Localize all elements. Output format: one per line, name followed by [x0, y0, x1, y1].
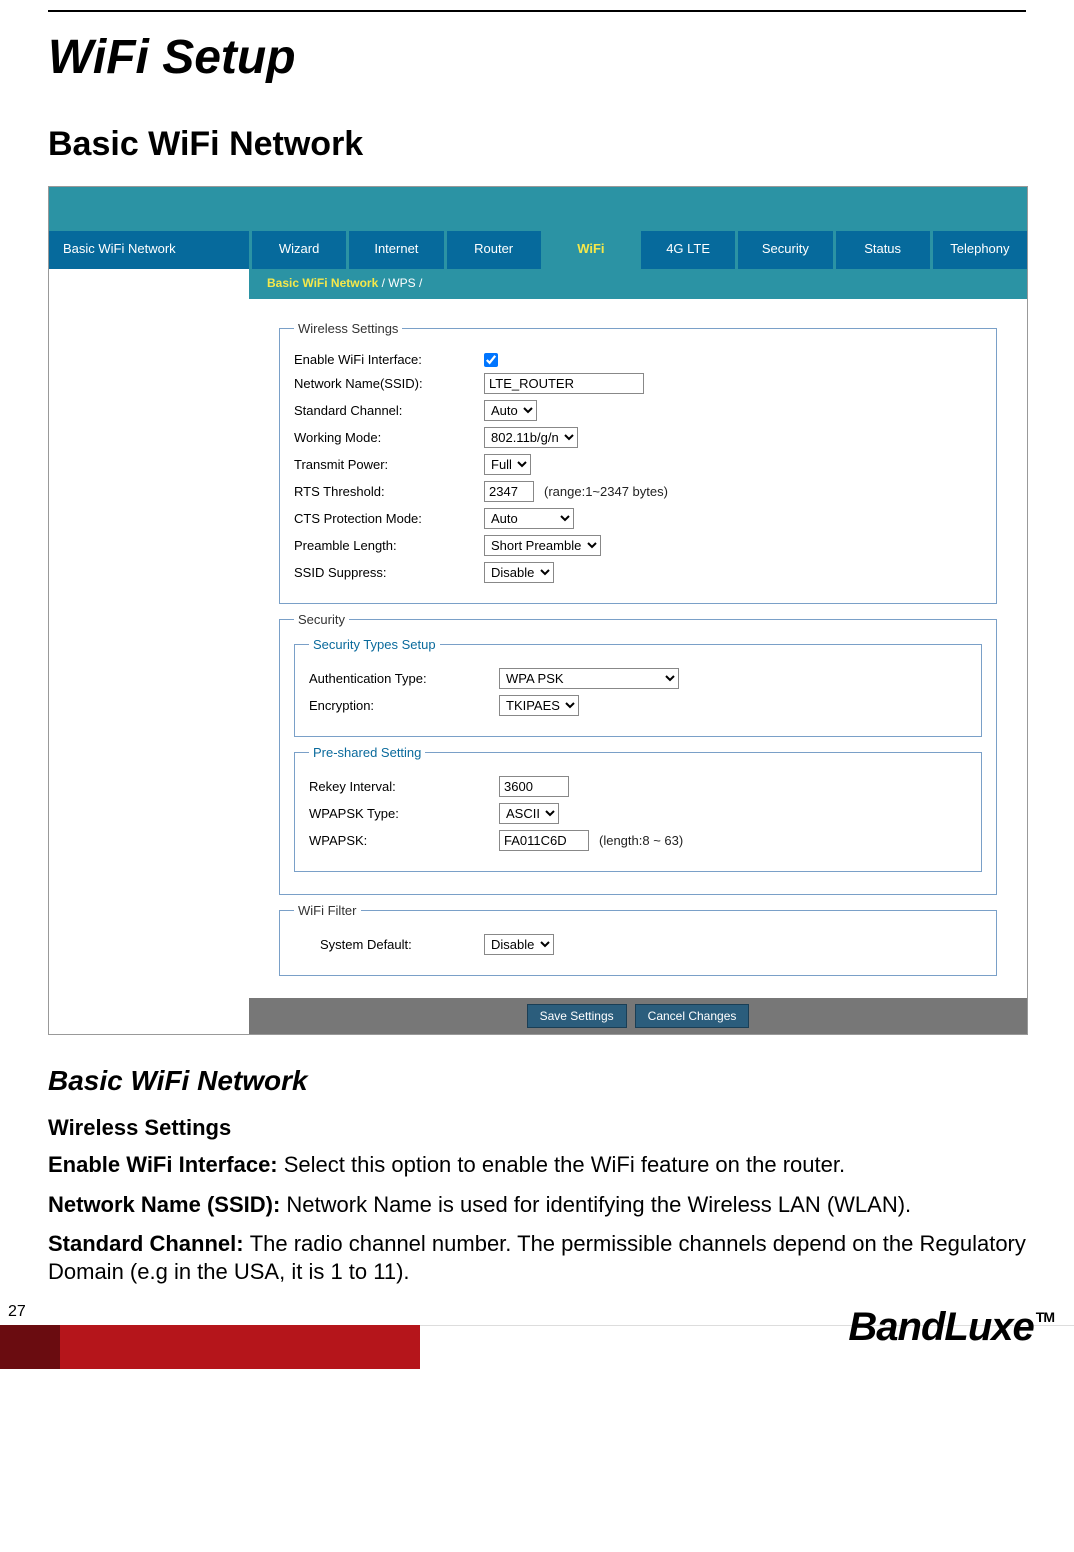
tab-4glte[interactable]: 4G LTE: [638, 231, 735, 269]
psk-input[interactable]: [499, 830, 589, 851]
brand-logo: BandLuxeTM: [848, 1305, 1052, 1350]
encryption-select[interactable]: TKIPAES: [499, 695, 579, 716]
tab-telephony[interactable]: Telephony: [930, 231, 1027, 269]
legend-psk: Pre-shared Setting: [309, 745, 425, 760]
tab-wifi[interactable]: WiFi: [541, 231, 638, 269]
page-number: 27: [8, 1303, 26, 1321]
tab-internet[interactable]: Internet: [346, 231, 443, 269]
label-power: Transmit Power:: [294, 457, 484, 472]
legend-filter: WiFi Filter: [294, 903, 361, 918]
suppress-select[interactable]: Disable: [484, 562, 554, 583]
label-psk: WPAPSK:: [309, 833, 499, 848]
router-ui-screenshot: Basic WiFi Network Wizard Internet Route…: [48, 186, 1028, 1035]
label-ssid: Network Name(SSID):: [294, 376, 484, 391]
label-auth: Authentication Type:: [309, 671, 499, 686]
sidebar-title: Basic WiFi Network: [49, 231, 249, 269]
rekey-input[interactable]: [499, 776, 569, 797]
wireless-settings-heading: Wireless Settings: [48, 1115, 1026, 1141]
section-title: Basic WiFi Network: [48, 125, 1026, 164]
fieldset-psk: Pre-shared Setting Rekey Interval: WPAPS…: [294, 745, 982, 872]
action-bar: Save Settings Cancel Changes: [249, 998, 1027, 1034]
label-preamble: Preamble Length:: [294, 538, 484, 553]
power-select[interactable]: Full: [484, 454, 531, 475]
filter-select[interactable]: Disable: [484, 934, 554, 955]
label-channel: Standard Channel:: [294, 403, 484, 418]
fieldset-filter: WiFi Filter System Default: Disable: [279, 903, 997, 976]
tab-security[interactable]: Security: [735, 231, 832, 269]
tab-wizard[interactable]: Wizard: [249, 231, 346, 269]
channel-select[interactable]: Auto: [484, 400, 537, 421]
enable-wifi-checkbox[interactable]: [484, 353, 498, 367]
psk-hint: (length:8 ~ 63): [599, 833, 683, 848]
save-button[interactable]: Save Settings: [527, 1004, 627, 1028]
fieldset-wireless: Wireless Settings Enable WiFi Interface:…: [279, 321, 997, 604]
label-cts: CTS Protection Mode:: [294, 511, 484, 526]
legend-security-types: Security Types Setup: [309, 637, 440, 652]
legend-wireless: Wireless Settings: [294, 321, 402, 336]
label-enc: Encryption:: [309, 698, 499, 713]
label-enable-wifi: Enable WiFi Interface:: [294, 352, 484, 367]
tab-router[interactable]: Router: [444, 231, 541, 269]
preamble-select[interactable]: Short Preamble: [484, 535, 601, 556]
fieldset-security: Security Security Types Setup Authentica…: [279, 612, 997, 895]
footer: 27 BandLuxeTM: [0, 1303, 1074, 1381]
auth-select[interactable]: WPA PSK: [499, 668, 679, 689]
main-tabs: Wizard Internet Router WiFi 4G LTE Secur…: [249, 231, 1027, 269]
fieldset-security-types: Security Types Setup Authentication Type…: [294, 637, 982, 737]
rts-input[interactable]: [484, 481, 534, 502]
label-mode: Working Mode:: [294, 430, 484, 445]
sub-tabs: Basic WiFi Network / WPS /: [249, 269, 1027, 299]
ssid-input[interactable]: [484, 373, 644, 394]
para-channel: Standard Channel: The radio channel numb…: [48, 1230, 1026, 1285]
label-rekey: Rekey Interval:: [309, 779, 499, 794]
label-psk-type: WPAPSK Type:: [309, 806, 499, 821]
cts-select[interactable]: Auto: [484, 508, 574, 529]
tab-status[interactable]: Status: [833, 231, 930, 269]
label-suppress: SSID Suppress:: [294, 565, 484, 580]
page-title: WiFi Setup: [48, 30, 1026, 85]
psktype-select[interactable]: ASCII: [499, 803, 559, 824]
para-ssid: Network Name (SSID): Network Name is use…: [48, 1191, 1026, 1219]
legend-security: Security: [294, 612, 349, 627]
subtab-wps[interactable]: WPS: [388, 276, 415, 290]
label-rts: RTS Threshold:: [294, 484, 484, 499]
cancel-button[interactable]: Cancel Changes: [635, 1004, 750, 1028]
subsection-title: Basic WiFi Network: [48, 1065, 1026, 1097]
rts-hint: (range:1~2347 bytes): [544, 484, 668, 499]
subtab-basic[interactable]: Basic WiFi Network: [267, 276, 378, 290]
label-system-default: System Default:: [294, 937, 484, 952]
mode-select[interactable]: 802.11b/g/n: [484, 427, 578, 448]
para-enable: Enable WiFi Interface: Select this optio…: [48, 1151, 1026, 1179]
